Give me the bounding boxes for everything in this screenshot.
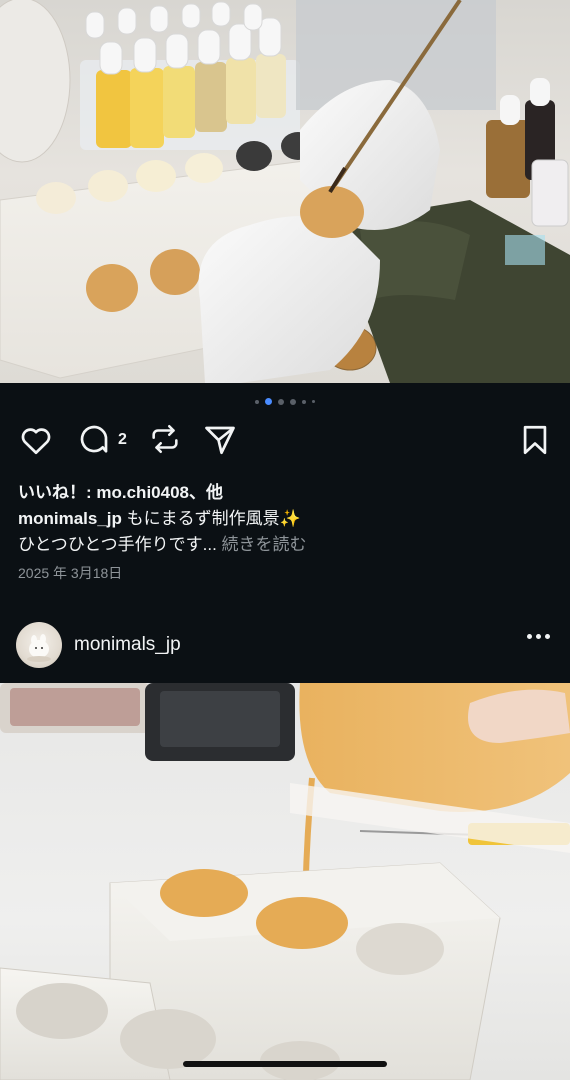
next-post-header: monimals_jp (16, 622, 554, 668)
send-icon (205, 426, 235, 455)
read-more-link[interactable]: 続きを読む (222, 535, 307, 554)
repost-button[interactable] (148, 422, 182, 456)
post-photo-pouring[interactable] (0, 683, 570, 1080)
repost-icon (152, 424, 178, 454)
more-dot-icon (536, 634, 541, 639)
caption-text-line2: ひとつひとつ手作りです... (18, 535, 217, 554)
like-button[interactable] (18, 422, 54, 458)
home-indicator[interactable] (183, 1061, 387, 1067)
comment-icon (80, 425, 108, 453)
post-username[interactable]: monimals_jp (74, 634, 181, 656)
more-dot-icon (527, 634, 532, 639)
instagram-feed: 2 いいね！: mo.chi0408、他 monimals_jp もにまるず制作… (0, 0, 570, 1080)
caption-text: もにまるず制作風景✨ (126, 509, 301, 528)
save-button[interactable] (518, 422, 552, 458)
bookmark-icon (523, 425, 547, 455)
share-button[interactable] (202, 422, 238, 458)
carousel-dot (290, 398, 296, 405)
caption-username[interactable]: monimals_jp (18, 509, 122, 528)
more-dot-icon (545, 634, 550, 639)
avatar[interactable] (16, 622, 62, 668)
heart-icon (21, 428, 51, 455)
comment-button[interactable]: 2 (76, 422, 127, 458)
likes-summary[interactable]: いいね！: mo.chi0408、他 (18, 478, 223, 503)
post-date: 2025 年 3月18日 (18, 565, 123, 581)
post-caption: monimals_jp もにまるず制作風景✨ ひとつひとつ手作りです... 続き… (18, 506, 552, 558)
carousel-dot (312, 400, 315, 403)
carousel-dot-active (265, 398, 272, 405)
carousel-dot (255, 399, 259, 404)
comment-count: 2 (118, 431, 127, 448)
more-options-button[interactable] (527, 634, 550, 639)
carousel-indicator (0, 398, 570, 405)
post-photo-painting[interactable] (0, 0, 570, 383)
post-action-bar: 2 (18, 422, 552, 462)
carousel-dot (278, 398, 284, 405)
carousel-dot (302, 399, 306, 404)
